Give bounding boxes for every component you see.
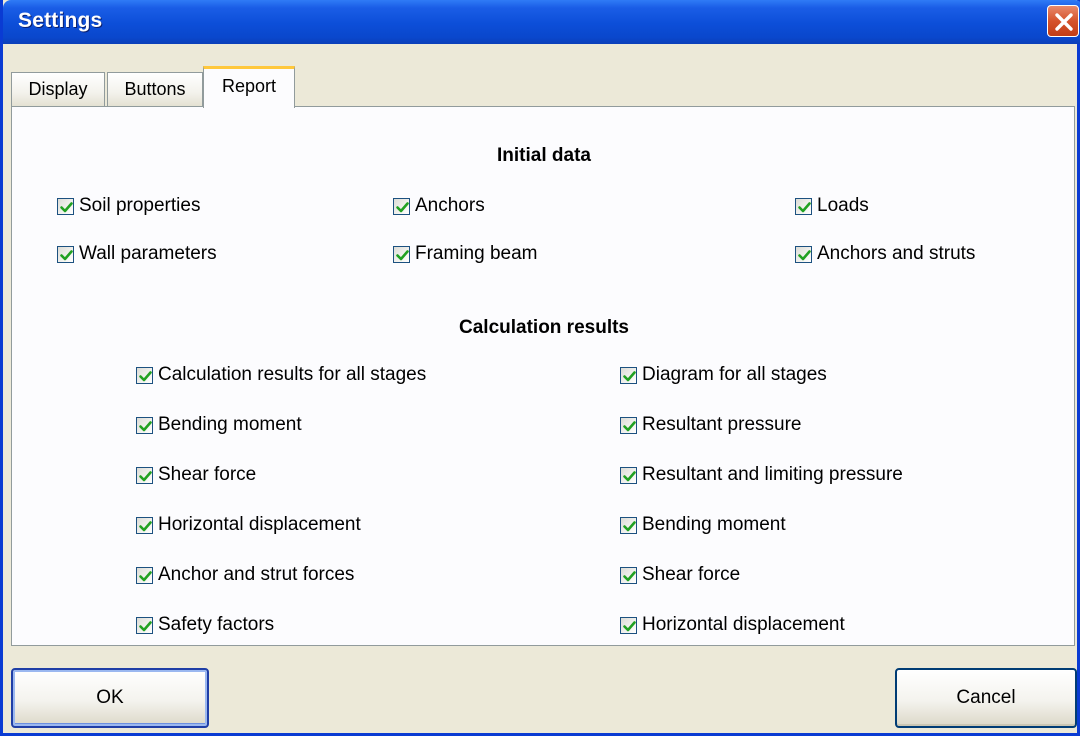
tab-report[interactable]: Report <box>203 66 295 108</box>
checkbox-box[interactable] <box>393 197 410 215</box>
checkbox-box[interactable] <box>57 245 74 263</box>
calc-right-checkbox-1[interactable]: Resultant pressure <box>620 414 801 436</box>
checkbox-box[interactable] <box>136 416 153 434</box>
checkbox-box[interactable] <box>136 566 153 584</box>
calc-left-checkbox-2[interactable]: Shear force <box>136 464 256 486</box>
calc-left-checkbox-5[interactable]: Safety factors <box>136 614 274 636</box>
calc-right-checkbox-2[interactable]: Resultant and limiting pressure <box>620 464 903 486</box>
checkbox-box[interactable] <box>620 516 637 534</box>
calc-left-checkbox-0[interactable]: Calculation results for all stages <box>136 364 426 386</box>
checkmark-icon <box>798 201 811 212</box>
checkbox-label: Diagram for all stages <box>642 364 827 385</box>
settings-dialog: Settings Display Buttons Report Initial … <box>0 0 1080 736</box>
checkmark-icon <box>623 420 636 431</box>
initial-data-checkbox-0[interactable]: Soil properties <box>57 195 200 217</box>
checkmark-icon <box>139 570 152 581</box>
calc-right-checkbox-5[interactable]: Horizontal displacement <box>620 614 845 636</box>
checkbox-label: Shear force <box>158 464 257 485</box>
checkbox-box[interactable] <box>393 245 410 263</box>
checkmark-icon <box>396 201 409 212</box>
checkbox-box[interactable] <box>620 366 637 384</box>
checkbox-box[interactable] <box>620 466 637 484</box>
checkbox-label: Bending moment <box>642 514 786 535</box>
checkbox-box[interactable] <box>57 197 74 215</box>
calc-right-checkbox-0[interactable]: Diagram for all stages <box>620 364 827 386</box>
checkmark-icon <box>139 470 152 481</box>
checkbox-label: Shear force <box>642 564 741 585</box>
cancel-button[interactable]: Cancel <box>895 668 1077 728</box>
checkbox-box[interactable] <box>795 197 812 215</box>
checkbox-box[interactable] <box>620 416 637 434</box>
checkbox-label: Framing beam <box>415 243 538 264</box>
checkbox-box[interactable] <box>136 516 153 534</box>
calc-left-checkbox-1[interactable]: Bending moment <box>136 414 302 436</box>
checkbox-box[interactable] <box>620 616 637 634</box>
ok-button-label: OK <box>96 687 124 708</box>
checkbox-label: Bending moment <box>158 414 302 435</box>
checkmark-icon <box>60 249 73 260</box>
tab-display-label: Display <box>28 79 88 99</box>
checkbox-label: Wall parameters <box>79 243 217 264</box>
checkmark-icon <box>623 470 636 481</box>
window-title: Settings <box>18 9 103 32</box>
tab-report-label: Report <box>221 76 277 96</box>
checkbox-label: Horizontal displacement <box>642 614 845 635</box>
checkmark-icon <box>623 520 636 531</box>
calc-left-checkbox-4[interactable]: Anchor and strut forces <box>136 564 354 586</box>
tab-display[interactable]: Display <box>11 72 105 106</box>
calc-right-checkbox-3[interactable]: Bending moment <box>620 514 786 536</box>
calculation-results-heading: Calculation results <box>459 317 629 338</box>
tab-buttons[interactable]: Buttons <box>107 72 203 106</box>
calc-right-checkbox-4[interactable]: Shear force <box>620 564 740 586</box>
initial-data-checkbox-2[interactable]: Loads <box>795 195 869 217</box>
initial-data-checkbox-3[interactable]: Wall parameters <box>57 243 217 265</box>
checkmark-icon <box>623 370 636 381</box>
checkmark-icon <box>139 420 152 431</box>
checkbox-box[interactable] <box>136 616 153 634</box>
initial-data-checkbox-1[interactable]: Anchors <box>393 195 485 217</box>
checkbox-label: Safety factors <box>158 614 275 635</box>
checkmark-icon <box>60 201 73 212</box>
checkbox-label: Calculation results for all stages <box>158 364 427 385</box>
close-icon <box>1055 13 1073 31</box>
checkmark-icon <box>798 249 811 260</box>
initial-data-heading: Initial data <box>497 145 591 166</box>
checkmark-icon <box>139 620 152 631</box>
checkbox-label: Anchors and struts <box>817 243 976 264</box>
checkbox-label: Anchor and strut forces <box>158 564 355 585</box>
calc-left-checkbox-3[interactable]: Horizontal displacement <box>136 514 361 536</box>
checkbox-box[interactable] <box>795 245 812 263</box>
checkbox-label: Resultant pressure <box>642 414 802 435</box>
checkbox-label: Horizontal displacement <box>158 514 361 535</box>
checkbox-box[interactable] <box>136 366 153 384</box>
checkbox-label: Resultant and limiting pressure <box>642 464 903 485</box>
cancel-button-label: Cancel <box>956 687 1016 708</box>
checkmark-icon <box>396 249 409 260</box>
close-button[interactable] <box>1047 5 1079 37</box>
checkmark-icon <box>139 370 152 381</box>
initial-data-checkbox-4[interactable]: Framing beam <box>393 243 538 265</box>
checkbox-box[interactable] <box>136 466 153 484</box>
checkbox-box[interactable] <box>620 566 637 584</box>
checkmark-icon <box>623 570 636 581</box>
checkbox-label: Anchors <box>415 195 485 216</box>
checkbox-label: Loads <box>817 195 869 216</box>
title-bar[interactable]: Settings <box>3 0 1080 44</box>
checkmark-icon <box>139 520 152 531</box>
ok-button[interactable]: OK <box>11 668 209 728</box>
tab-buttons-label: Buttons <box>124 79 186 99</box>
checkmark-icon <box>623 620 636 631</box>
initial-data-checkbox-5[interactable]: Anchors and struts <box>795 243 975 265</box>
checkbox-label: Soil properties <box>79 195 201 216</box>
